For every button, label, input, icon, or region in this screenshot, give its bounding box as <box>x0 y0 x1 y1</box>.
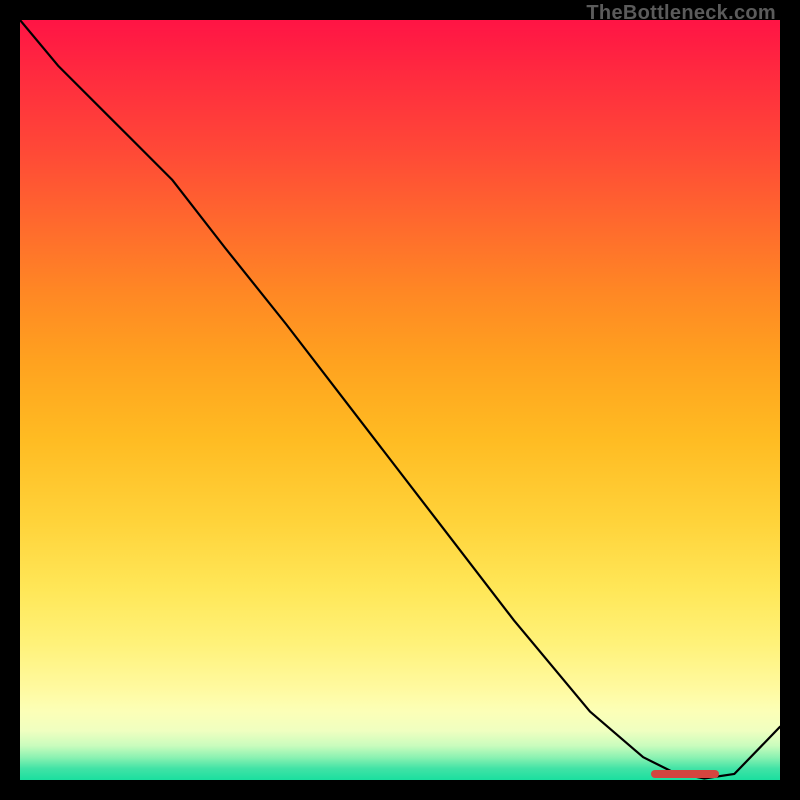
plot-area <box>20 20 780 780</box>
optimal-range-marker <box>651 770 719 778</box>
chart-frame: TheBottleneck.com <box>0 0 800 800</box>
line-curve <box>20 20 780 780</box>
